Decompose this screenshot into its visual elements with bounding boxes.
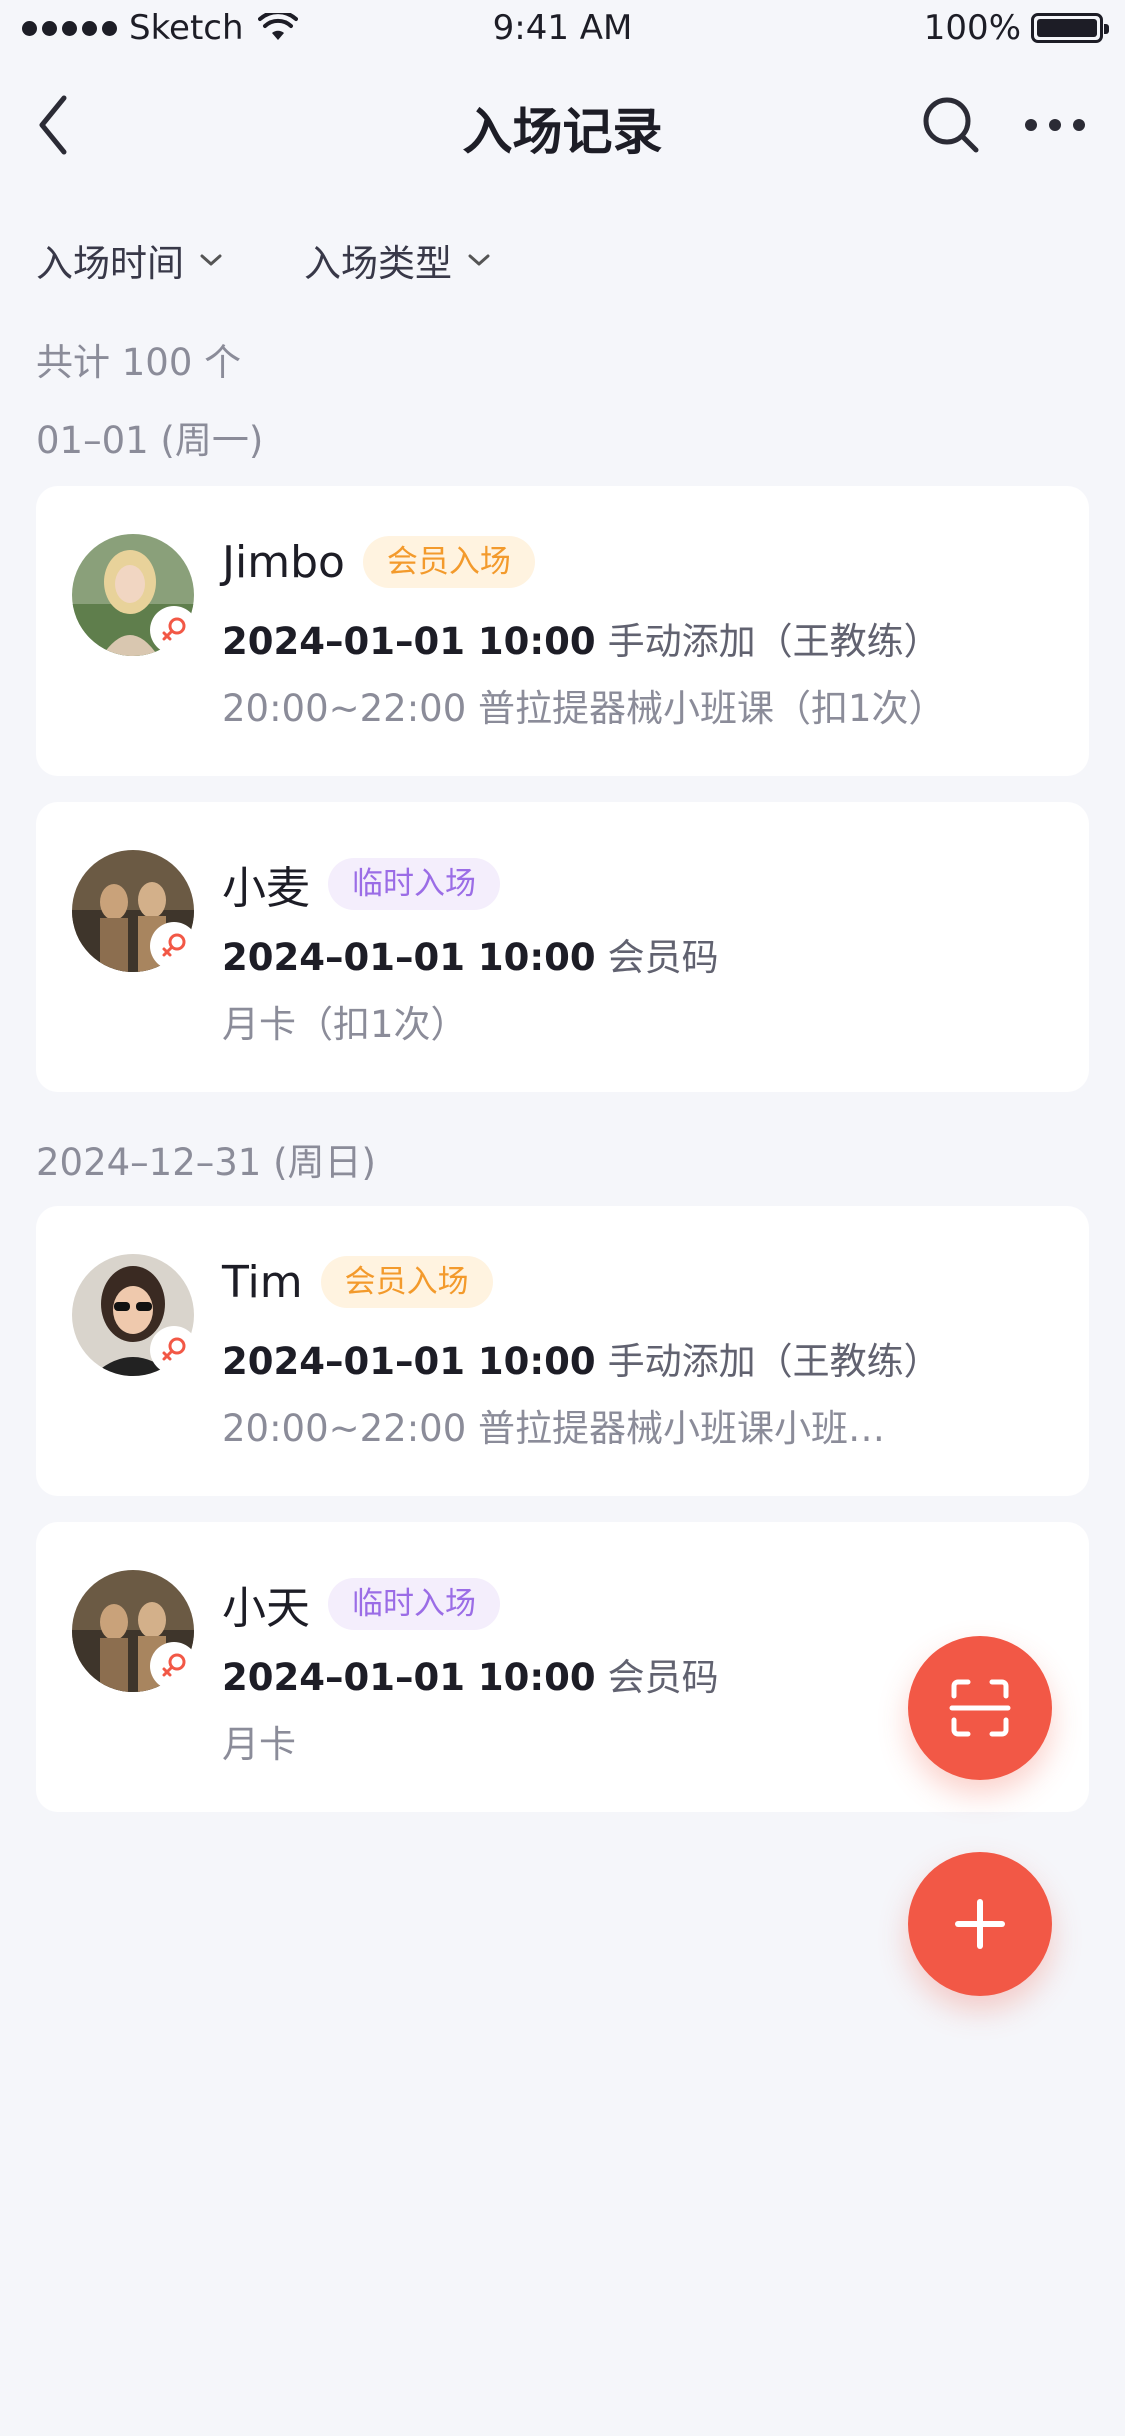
more-icon[interactable]	[1022, 110, 1088, 140]
entry-detail: 月卡	[222, 1723, 296, 1766]
entry-method: 会员码	[607, 936, 719, 979]
filter-bar: 入场时间 入场类型	[36, 230, 492, 290]
entry-detail: 月卡（扣1次）	[222, 1003, 468, 1046]
search-icon[interactable]	[920, 94, 982, 156]
entry-time: 2024–01–01 10:00	[222, 1340, 596, 1383]
scan-button[interactable]	[908, 1636, 1052, 1780]
date-header: 01–01 (周一)	[36, 419, 264, 462]
entry-time: 2024–01–01 10:00	[222, 1656, 596, 1699]
entry-type-badge: 会员入场	[362, 536, 535, 588]
avatar	[72, 850, 198, 972]
female-icon	[150, 1326, 198, 1374]
name-row: Tim 会员入场	[222, 1256, 493, 1308]
member-name: 小天	[222, 1583, 310, 1634]
avatar	[72, 534, 198, 656]
female-icon	[150, 1642, 198, 1690]
record-card[interactable]: 小麦 临时入场 2024–01–01 10:00 会员码 月卡（扣1次）	[36, 802, 1089, 1092]
nav-bar: 入场记录	[0, 70, 1125, 180]
status-bar: Sketch 9:41 AM 100%	[0, 0, 1125, 58]
member-name: Tim	[222, 1256, 303, 1308]
scan-icon	[949, 1679, 1011, 1737]
entry-info: 2024–01–01 10:00 会员码	[222, 927, 719, 981]
name-row: Jimbo 会员入场	[222, 536, 535, 588]
record-card[interactable]: Tim 会员入场 2024–01–01 10:00 手动添加（王教练） 20:00…	[36, 1206, 1089, 1496]
entry-type-badge: 临时入场	[328, 1578, 500, 1630]
filter-entry-time-label: 入场时间	[36, 242, 184, 285]
filter-entry-time[interactable]: 入场时间	[36, 230, 224, 290]
date-header: 2024–12–31 (周日)	[36, 1141, 376, 1184]
avatar	[72, 1570, 198, 1692]
status-right: 100%	[923, 8, 1109, 48]
battery-percent: 100%	[923, 8, 1021, 48]
entry-method: 手动添加（王教练）	[607, 1340, 941, 1383]
entry-info: 2024–01–01 10:00 手动添加（王教练）	[222, 1331, 941, 1385]
name-row: 小麦 临时入场	[222, 852, 500, 916]
filter-entry-type[interactable]: 入场类型	[304, 230, 492, 290]
entry-time: 2024–01–01 10:00	[222, 936, 596, 979]
page: Sketch 9:41 AM 100% 入场记录 入场时间 入场类型 共计 10…	[0, 0, 1125, 2436]
member-name: Jimbo	[222, 536, 345, 588]
battery-icon	[1031, 13, 1109, 43]
entry-method: 手动添加（王教练）	[607, 620, 941, 663]
entry-time: 2024–01–01 10:00	[222, 620, 596, 663]
plus-icon	[955, 1899, 1005, 1949]
record-card[interactable]: Jimbo 会员入场 2024–01–01 10:00 手动添加（王教练） 20:…	[36, 486, 1089, 776]
entry-type-badge: 临时入场	[328, 858, 500, 910]
name-row: 小天 临时入场	[222, 1572, 500, 1636]
avatar	[72, 1254, 198, 1376]
female-icon	[150, 922, 198, 970]
entry-info: 2024–01–01 10:00 会员码	[222, 1647, 719, 1701]
entry-type-badge: 会员入场	[320, 1256, 493, 1308]
total-count: 共计 100 个	[36, 341, 242, 384]
entry-method: 会员码	[607, 1656, 719, 1699]
female-icon	[150, 606, 198, 654]
entry-detail: 20:00~22:00 普拉提器械小班课小班…	[222, 1407, 886, 1450]
entry-detail: 20:00~22:00 普拉提器械小班课（扣1次）	[222, 687, 946, 730]
chevron-down-icon	[200, 254, 222, 266]
chevron-down-icon	[468, 254, 490, 266]
entry-info: 2024–01–01 10:00 手动添加（王教练）	[222, 611, 941, 665]
member-name: 小麦	[222, 863, 310, 914]
add-record-button[interactable]	[908, 1852, 1052, 1996]
filter-entry-type-label: 入场类型	[304, 242, 452, 285]
